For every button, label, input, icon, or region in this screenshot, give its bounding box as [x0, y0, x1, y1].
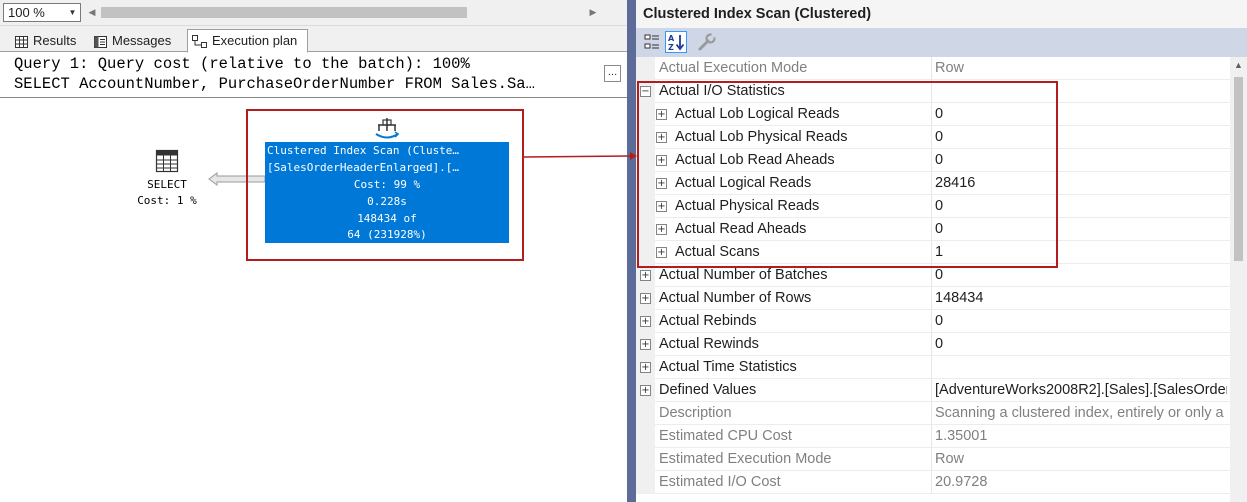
- tab-results-label: Results: [33, 33, 77, 48]
- zoom-select[interactable]: 100 % ▼: [3, 3, 81, 22]
- grid-icon: [15, 35, 28, 48]
- column-divider: [931, 356, 932, 379]
- property-name: Actual Execution Mode: [659, 60, 808, 76]
- show-query-button[interactable]: …: [604, 65, 621, 82]
- property-value: [AdventureWorks2008R2].[Sales].[SalesOrd…: [935, 382, 1227, 398]
- zoom-toolbar: 100 % ▼ ◀ ▶: [0, 0, 627, 26]
- property-row[interactable]: Estimated Execution Mode Row: [636, 448, 1230, 471]
- wrench-icon: [698, 32, 717, 51]
- select-node-cost: Cost: 1 %: [137, 194, 197, 207]
- tab-execution-plan-label: Execution plan: [212, 33, 298, 48]
- sort-alphabetical-icon: A Z: [668, 34, 685, 52]
- alphabetical-button[interactable]: A Z: [665, 31, 687, 53]
- pane-splitter[interactable]: [627, 0, 636, 502]
- scroll-right-icon[interactable]: ▶: [587, 5, 599, 20]
- svg-text:A: A: [668, 34, 675, 43]
- tab-messages-label: Messages: [112, 33, 172, 48]
- properties-title: Clustered Index Scan (Clustered): [636, 0, 1247, 28]
- execution-plan-icon: [192, 35, 207, 49]
- column-divider: [931, 310, 932, 333]
- vertical-scrollbar[interactable]: ▲: [1230, 57, 1247, 502]
- property-name: Estimated CPU Cost: [659, 428, 792, 444]
- property-row[interactable]: Actual Execution Mode Row: [636, 57, 1230, 80]
- column-divider: [931, 471, 932, 494]
- property-row[interactable]: Estimated I/O Cost 20.9728: [636, 471, 1230, 494]
- select-node-label: SELECT: [147, 178, 187, 191]
- row-gutter: [636, 57, 655, 80]
- select-operator-icon: [155, 149, 179, 173]
- row-gutter: [636, 471, 655, 494]
- property-value: Scanning a clustered index, entirely or …: [935, 405, 1224, 421]
- property-name: Actual Number of Rows: [659, 290, 812, 306]
- property-row[interactable]: + Actual Number of Rows 148434: [636, 287, 1230, 310]
- column-divider: [931, 57, 932, 80]
- property-row[interactable]: Description Scanning a clustered index, e…: [636, 402, 1230, 425]
- expand-icon[interactable]: +: [640, 270, 651, 281]
- property-row[interactable]: + Actual Rewinds 0: [636, 333, 1230, 356]
- query-sql-line: SELECT AccountNumber, PurchaseOrderNumbe…: [14, 75, 535, 93]
- scrollbar-thumb[interactable]: [101, 7, 467, 18]
- expand-icon[interactable]: +: [640, 339, 651, 350]
- query-cost-line: Query 1: Query cost (relative to the bat…: [14, 55, 470, 73]
- property-name: Actual Time Statistics: [659, 359, 797, 375]
- query-results-pane: 100 % ▼ ◀ ▶ Results Messages Execution p…: [0, 0, 627, 502]
- results-tabs: Results Messages Execution plan: [0, 26, 627, 53]
- execution-plan-canvas: SELECT Cost: 1 % Clustered Index Scan (C…: [0, 99, 627, 502]
- highlight-box-io-statistics: [637, 81, 1058, 268]
- horizontal-scrollbar[interactable]: ◀ ▶: [86, 5, 602, 20]
- zoom-value: 100 %: [8, 5, 45, 20]
- property-row[interactable]: + Actual Time Statistics: [636, 356, 1230, 379]
- property-name: Actual Rewinds: [659, 336, 759, 352]
- column-divider: [931, 379, 932, 402]
- column-divider: [931, 402, 932, 425]
- property-row[interactable]: Estimated CPU Cost 1.35001: [636, 425, 1230, 448]
- property-value: Row: [935, 60, 965, 76]
- expand-icon[interactable]: +: [640, 316, 651, 327]
- row-divider: [655, 493, 1230, 494]
- property-name: Estimated Execution Mode: [659, 451, 832, 467]
- categorized-icon: [644, 34, 659, 49]
- property-name: Estimated I/O Cost: [659, 474, 781, 490]
- query-header: Query 1: Query cost (relative to the bat…: [0, 53, 627, 98]
- property-name: Actual Rebinds: [659, 313, 757, 329]
- row-gutter: [636, 402, 655, 425]
- column-divider: [931, 425, 932, 448]
- messages-icon: [94, 35, 107, 48]
- column-divider: [931, 333, 932, 356]
- column-divider: [931, 448, 932, 471]
- column-divider: [931, 287, 932, 310]
- property-value: 20.9728: [935, 474, 988, 490]
- property-row[interactable]: + Actual Rebinds 0: [636, 310, 1230, 333]
- row-gutter: [636, 448, 655, 471]
- highlight-box-plan-node: [246, 109, 524, 261]
- row-gutter: [636, 425, 655, 448]
- tab-results[interactable]: Results: [10, 29, 87, 52]
- scroll-up-icon[interactable]: ▲: [1230, 57, 1247, 73]
- tab-messages[interactable]: Messages: [89, 29, 185, 52]
- property-value: 0: [935, 336, 944, 352]
- chevron-down-icon: ▼: [68, 8, 77, 17]
- property-row[interactable]: + Defined Values [AdventureWorks2008R2].[S…: [636, 379, 1230, 402]
- property-value: 1.35001: [935, 428, 988, 444]
- property-pages-button[interactable]: [696, 31, 718, 53]
- property-name: Description: [659, 405, 732, 421]
- properties-toolbar: A Z: [636, 28, 1247, 57]
- property-name: Defined Values: [659, 382, 757, 398]
- property-value: 148434: [935, 290, 984, 306]
- property-value: 0: [935, 313, 944, 329]
- tab-execution-plan[interactable]: Execution plan: [187, 29, 308, 53]
- expand-icon[interactable]: +: [640, 362, 651, 373]
- scroll-left-icon[interactable]: ◀: [86, 5, 98, 20]
- property-value: [935, 356, 1227, 379]
- categorized-button[interactable]: [641, 31, 663, 53]
- property-value: Row: [935, 451, 965, 467]
- scrollbar-thumb[interactable]: [1234, 77, 1243, 261]
- expand-icon[interactable]: +: [640, 385, 651, 396]
- svg-text:Z: Z: [668, 43, 674, 52]
- expand-icon[interactable]: +: [640, 293, 651, 304]
